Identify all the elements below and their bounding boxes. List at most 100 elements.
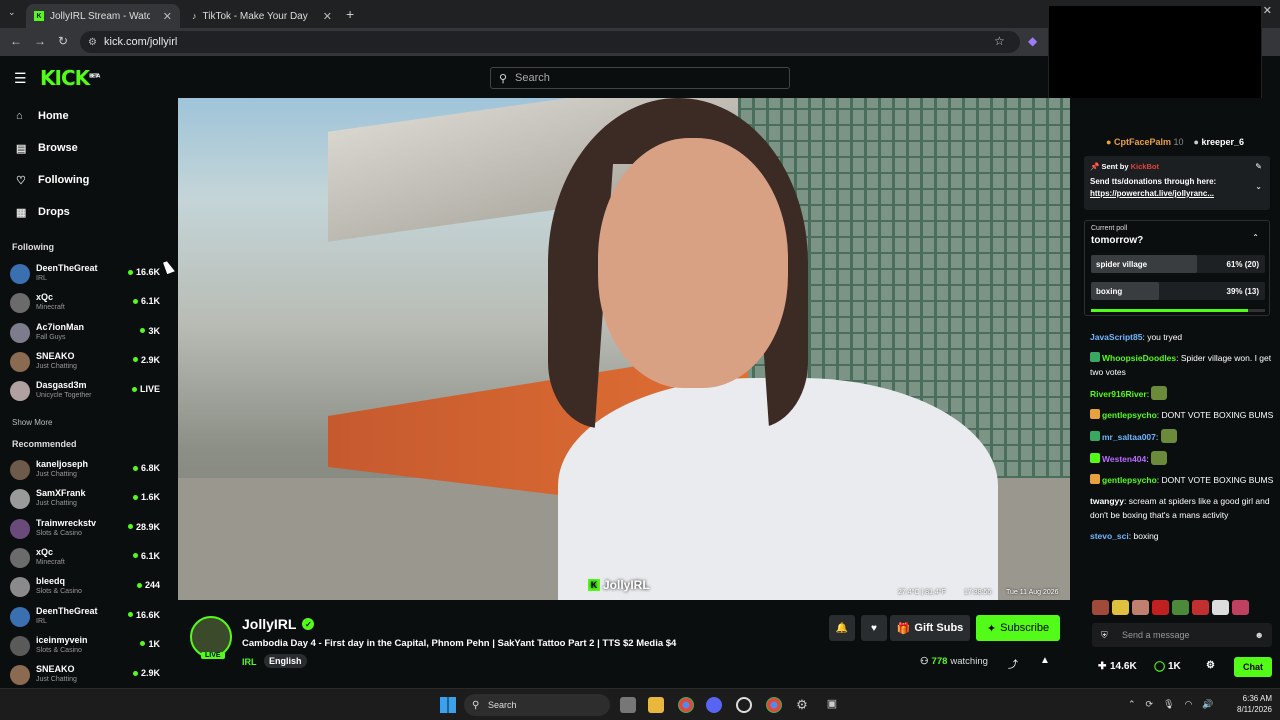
channel-item[interactable]: SNEAKO Just Chatting 2.9K bbox=[10, 663, 160, 689]
new-tab-button[interactable]: + bbox=[346, 6, 354, 22]
channel-item[interactable]: xQc Minecraft 6.1K bbox=[10, 546, 160, 572]
notification-bell-button[interactable]: 🔔 bbox=[829, 615, 855, 641]
unpin-icon[interactable]: ✎ bbox=[1255, 162, 1262, 171]
tab-close-icon[interactable]: ✕ bbox=[163, 10, 172, 23]
menu-icon[interactable]: ☰ bbox=[14, 70, 27, 87]
chat-username[interactable]: JavaScript85 bbox=[1090, 332, 1142, 342]
search-input[interactable]: ⚲ Search bbox=[490, 67, 790, 89]
chat-username[interactable]: mr_saltaa007 bbox=[1102, 432, 1156, 442]
url-field[interactable]: ⚙ kick.com/jollyirl bbox=[80, 31, 1020, 53]
stream-info: LIVE JollyIRL ✓ Cambodia Day 4 - First d… bbox=[178, 600, 1070, 688]
channel-item[interactable]: bleedq Slots & Casino 244 bbox=[10, 575, 160, 601]
nav-item-browse[interactable]: ▤ Browse bbox=[16, 138, 78, 158]
channel-item[interactable]: DeenTheGreat IRL 16.6K bbox=[10, 605, 160, 631]
tab-tiktok[interactable]: ♪ TikTok - Make Your Day ✕ bbox=[184, 4, 340, 28]
channel-item[interactable]: Ac7ionMan Fall Guys 3K bbox=[10, 321, 160, 347]
nav-item-drops[interactable]: ▦ Drops bbox=[16, 202, 70, 222]
emote-icon[interactable] bbox=[1192, 600, 1209, 615]
search-icon: ⚲ bbox=[499, 72, 508, 85]
share-icon[interactable]: ⤴ bbox=[1008, 656, 1018, 671]
emoji-icon[interactable]: ☻ bbox=[1255, 630, 1264, 640]
report-warning-icon[interactable]: ▲ bbox=[1040, 655, 1050, 666]
folder-icon[interactable] bbox=[648, 697, 664, 713]
chrome-icon[interactable] bbox=[678, 697, 694, 713]
video-player[interactable]: K JollyIRL 27.4°C | 81.4°F 17:38:56 Tue 1… bbox=[178, 98, 1070, 600]
chrome-active-icon[interactable] bbox=[766, 697, 782, 713]
obs-icon[interactable]: ▣ bbox=[824, 697, 840, 713]
chat-input[interactable]: ⛨ Send a message ☻ bbox=[1092, 623, 1272, 647]
channel-item[interactable]: kaneljoseph Just Chatting 6.8K bbox=[10, 458, 160, 484]
stream-category-link[interactable]: IRL bbox=[242, 657, 257, 667]
chat-settings-icon[interactable]: ⚙ bbox=[1206, 660, 1215, 671]
microphone-icon[interactable]: 🎙 bbox=[1163, 699, 1174, 710]
chat-username[interactable]: stevo_sci bbox=[1090, 531, 1129, 541]
extension-icon[interactable]: ◆ bbox=[1028, 34, 1037, 48]
chat-username[interactable]: gentlepsycho bbox=[1102, 475, 1157, 485]
chat-username[interactable]: River916River bbox=[1090, 389, 1147, 399]
poll-option-result: 61% (20) bbox=[1226, 260, 1259, 269]
channel-name: DeenTheGreat bbox=[36, 605, 98, 616]
poll-option[interactable]: spider village 61% (20) bbox=[1091, 255, 1265, 273]
tab-kick[interactable]: K JollyIRL Stream - Watch Live ✕ bbox=[26, 4, 180, 28]
volume-icon[interactable]: 🔊 bbox=[1202, 699, 1213, 710]
tray-chevron-icon[interactable]: ⌃ bbox=[1128, 699, 1136, 710]
emote-icon[interactable] bbox=[1232, 600, 1249, 615]
pinned-link[interactable]: https://powerchat.live/jollyranc... bbox=[1090, 189, 1264, 198]
chat-username[interactable]: gentlepsycho bbox=[1102, 410, 1157, 420]
gift-subs-label: Gift Subs bbox=[914, 622, 964, 634]
chat-username[interactable]: Westen404 bbox=[1102, 454, 1146, 464]
tab-search-icon[interactable]: ⌄ bbox=[8, 7, 16, 18]
file-explorer-icon[interactable] bbox=[620, 697, 636, 713]
channel-item[interactable]: SamXFrank Just Chatting 1.6K bbox=[10, 487, 160, 513]
emote-icon[interactable] bbox=[1132, 600, 1149, 615]
follow-heart-button[interactable]: ♥ bbox=[861, 615, 887, 641]
taskbar-clock[interactable]: 6:36 AM 8/11/2026 bbox=[1237, 693, 1272, 715]
collapse-poll-icon[interactable]: ⌃ bbox=[1252, 233, 1259, 242]
back-icon[interactable]: ← bbox=[10, 34, 22, 48]
language-tag[interactable]: English bbox=[264, 654, 307, 668]
app-icon[interactable] bbox=[736, 697, 752, 713]
gift-subs-button[interactable]: 🎁 Gift Subs bbox=[890, 615, 970, 641]
emote-icon[interactable] bbox=[1212, 600, 1229, 615]
gifter-item[interactable]: ● kreeper_6 bbox=[1194, 137, 1245, 147]
emote-icon[interactable] bbox=[1172, 600, 1189, 615]
discord-icon[interactable] bbox=[706, 697, 722, 713]
bookmark-star-icon[interactable]: ☆ bbox=[994, 34, 1005, 48]
channel-name[interactable]: JollyIRL ✓ bbox=[242, 616, 315, 632]
windows-start-icon[interactable] bbox=[440, 697, 456, 713]
poll-option-label: boxing bbox=[1096, 287, 1123, 296]
channel-item[interactable]: Trainwreckstv Slots & Casino 28.9K bbox=[10, 517, 160, 543]
channel-avatar bbox=[10, 577, 30, 598]
show-more-link[interactable]: Show More bbox=[12, 418, 52, 427]
kick-logo[interactable]: KICKBETA bbox=[40, 66, 100, 90]
gifter-item[interactable]: ● CptFacePalm 10 bbox=[1106, 137, 1184, 147]
nav-item-following[interactable]: ♡ Following bbox=[16, 170, 89, 190]
channel-item[interactable]: SNEAKO Just Chatting 2.9K bbox=[10, 350, 160, 376]
channel-item[interactable]: xQc Minecraft 6.1K bbox=[10, 291, 160, 317]
emote-icon[interactable] bbox=[1152, 600, 1169, 615]
expand-pinned-icon[interactable]: ⌄ bbox=[1255, 182, 1262, 191]
tray-sync-icon[interactable]: ⟳ bbox=[1146, 699, 1154, 710]
subscribe-button[interactable]: ✦ Subscribe bbox=[976, 615, 1060, 641]
poll-option[interactable]: boxing 39% (13) bbox=[1091, 282, 1265, 300]
close-window-icon[interactable]: ✕ bbox=[1263, 4, 1272, 17]
nav-item-home[interactable]: ⌂ Home bbox=[16, 106, 69, 126]
channel-item[interactable]: Dasgasd3m Unicycle Together LIVE bbox=[10, 379, 160, 405]
tiktok-favicon-icon: ♪ bbox=[192, 11, 197, 21]
channel-item[interactable]: iceinmyvein Slots & Casino 1K bbox=[10, 634, 160, 660]
taskbar-search-icon: ⚲ bbox=[472, 699, 480, 711]
emote-icon[interactable] bbox=[1112, 600, 1129, 615]
taskbar-search[interactable]: ⚲ Search bbox=[464, 694, 610, 716]
emote-icon[interactable] bbox=[1092, 600, 1109, 615]
chat-username[interactable]: twangyy bbox=[1090, 496, 1124, 506]
tab-close-icon[interactable]: ✕ bbox=[323, 10, 332, 23]
chat-send-button[interactable]: Chat bbox=[1234, 657, 1272, 677]
forward-icon[interactable]: → bbox=[34, 34, 46, 48]
channel-item[interactable]: DeenTheGreat IRL 16.6K bbox=[10, 262, 160, 288]
chat-username[interactable]: WhoopsieDoodles bbox=[1102, 353, 1176, 363]
site-info-icon[interactable]: ⚙ bbox=[88, 37, 97, 48]
wifi-icon[interactable]: ◠ bbox=[1185, 699, 1193, 710]
settings-icon[interactable]: ⚙ bbox=[794, 697, 810, 713]
channel-name: xQc bbox=[36, 292, 54, 303]
reload-icon[interactable]: ↻ bbox=[58, 34, 68, 48]
